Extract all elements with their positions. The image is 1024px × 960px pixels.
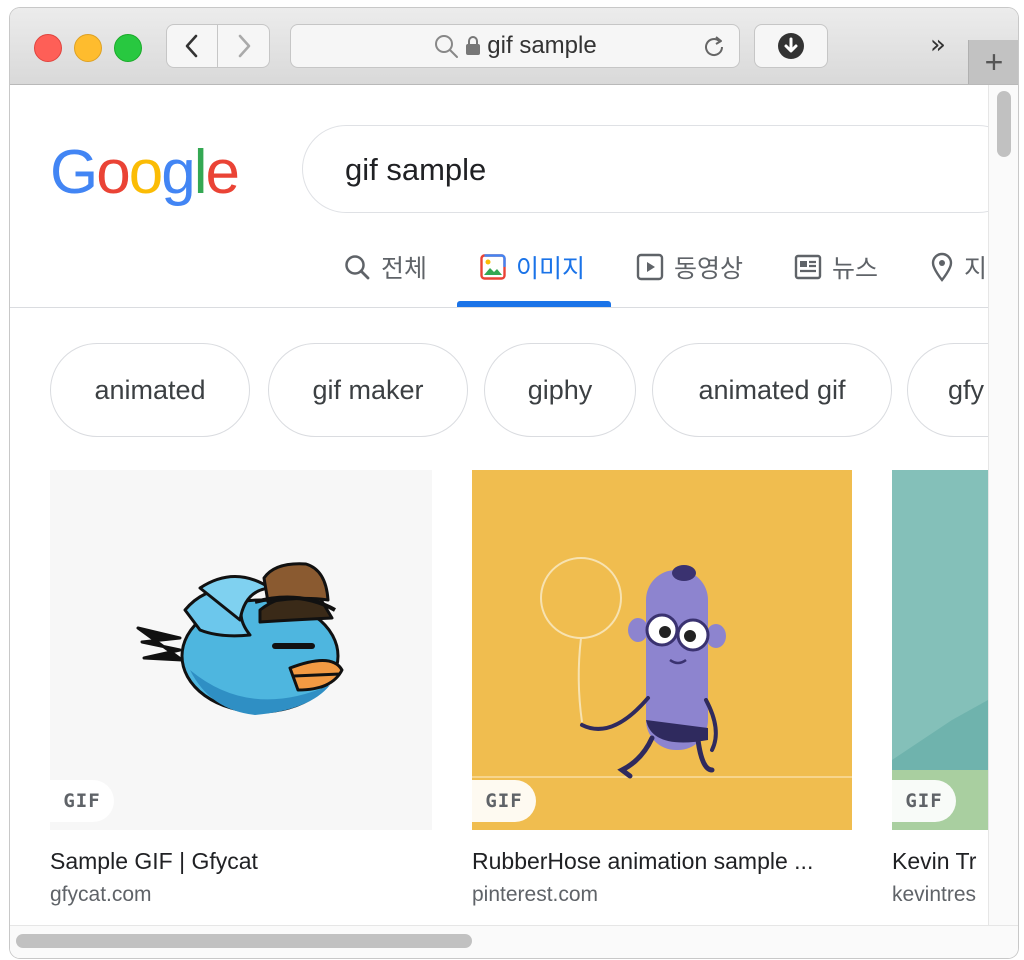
- map-pin-icon: [931, 252, 953, 282]
- forward-button[interactable]: [218, 24, 270, 68]
- chip-label: giphy: [527, 374, 593, 405]
- gif-badge: GIF: [472, 780, 536, 822]
- result-title[interactable]: RubberHose animation sample ...: [472, 848, 852, 875]
- chevron-left-icon: [185, 34, 198, 58]
- reload-icon[interactable]: [701, 34, 727, 60]
- search-input[interactable]: gif sample: [302, 125, 988, 213]
- plus-icon: +: [984, 43, 1004, 80]
- chip-gfy[interactable]: gfy: [907, 343, 988, 437]
- logo-letter: o: [128, 138, 164, 207]
- tab-maps[interactable]: 지: [930, 245, 987, 289]
- browser-window: gif sample » + Google gif sample 전체 이미지: [10, 8, 1018, 958]
- divider: [10, 307, 988, 308]
- new-tab-button[interactable]: +: [968, 40, 1018, 84]
- vertical-scroll-thumb[interactable]: [997, 91, 1011, 157]
- result-thumbnail[interactable]: GIF: [892, 470, 988, 830]
- page-content: Google gif sample 전체 이미지 동영상 뉴스 지 animat…: [10, 85, 988, 958]
- rubberhose-character-image: [472, 557, 852, 779]
- address-bar[interactable]: gif sample: [290, 24, 740, 68]
- chip-label: animated gif: [698, 374, 846, 405]
- result-title[interactable]: Kevin Tr: [892, 848, 988, 875]
- logo-letter: o: [96, 138, 131, 207]
- download-icon: [778, 33, 804, 59]
- browser-toolbar: gif sample » +: [10, 8, 1018, 85]
- image-result[interactable]: GIF Kevin Tr kevintres: [892, 470, 988, 907]
- chip-animated[interactable]: animated: [50, 343, 250, 437]
- google-logo[interactable]: Google: [50, 137, 240, 208]
- chip-label: animated: [94, 374, 206, 405]
- tab-label: 동영상: [674, 255, 744, 283]
- chip-giphy[interactable]: giphy: [484, 343, 636, 437]
- horizontal-scroll-thumb[interactable]: [16, 934, 472, 948]
- search-query: gif sample: [345, 152, 487, 187]
- result-thumbnail[interactable]: GIF: [472, 470, 852, 830]
- tab-news[interactable]: 뉴스: [794, 245, 878, 289]
- news-icon: [794, 254, 822, 280]
- tab-label: 전체: [381, 255, 428, 283]
- back-button[interactable]: [166, 24, 218, 68]
- tab-all[interactable]: 전체: [343, 245, 427, 289]
- gif-badge: GIF: [50, 780, 114, 822]
- chip-label: gfy: [948, 374, 985, 405]
- tab-videos[interactable]: 동영상: [636, 245, 743, 289]
- close-window-button[interactable]: [34, 34, 62, 62]
- search-icon: [345, 255, 370, 280]
- gif-badge: GIF: [892, 780, 956, 822]
- tab-images[interactable]: 이미지: [480, 245, 585, 289]
- result-source[interactable]: pinterest.com: [472, 883, 852, 907]
- chip-gif-maker[interactable]: gif maker: [268, 343, 468, 437]
- logo-letter: e: [205, 138, 240, 207]
- video-icon: [636, 253, 664, 281]
- tab-label: 이미지: [516, 255, 586, 283]
- result-thumbnail[interactable]: GIF: [50, 470, 432, 830]
- logo-letter: l: [193, 138, 208, 207]
- horizontal-scrollbar[interactable]: [10, 925, 1018, 958]
- result-title[interactable]: Sample GIF | Gfycat: [50, 848, 432, 875]
- downloads-button[interactable]: [754, 24, 828, 68]
- tab-label: 뉴스: [832, 255, 879, 283]
- blue-bird-image: [136, 562, 344, 715]
- image-result[interactable]: GIF RubberHose animation sample ... pint…: [472, 470, 852, 907]
- image-icon: [480, 254, 506, 280]
- logo-letter: G: [50, 138, 98, 207]
- lock-icon: [466, 36, 481, 55]
- url-text: gif sample: [487, 32, 597, 59]
- result-source[interactable]: gfycat.com: [50, 883, 432, 907]
- minimize-window-button[interactable]: [74, 34, 102, 62]
- chip-animated-gif[interactable]: animated gif: [652, 343, 892, 437]
- double-chevron-icon[interactable]: »: [930, 30, 946, 60]
- tab-label: 지: [964, 255, 988, 283]
- chip-label: gif maker: [312, 374, 424, 405]
- maximize-window-button[interactable]: [114, 34, 142, 62]
- result-source[interactable]: kevintres: [892, 883, 988, 907]
- image-result[interactable]: GIF Sample GIF | Gfycat gfycat.com: [50, 470, 432, 907]
- chevron-right-icon: [238, 34, 250, 58]
- magnifier-icon: [435, 35, 459, 58]
- logo-letter: g: [161, 138, 196, 207]
- landscape-image: [892, 700, 988, 830]
- vertical-scrollbar[interactable]: [988, 85, 1018, 925]
